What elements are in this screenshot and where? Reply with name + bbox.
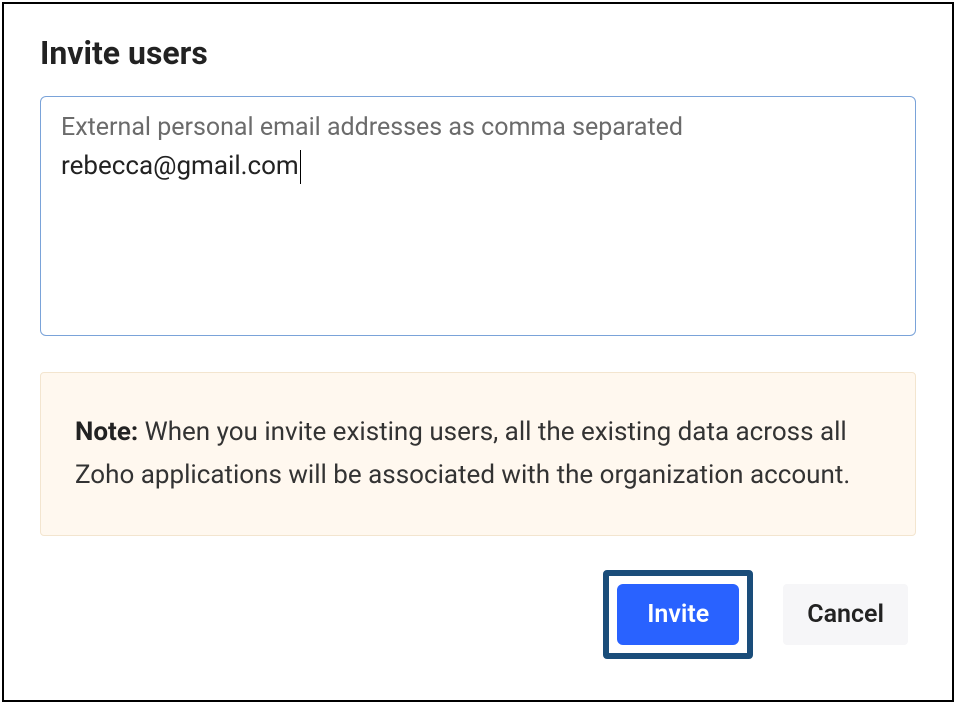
cancel-button[interactable]: Cancel bbox=[783, 584, 908, 645]
note-text: Note: When you invite existing users, al… bbox=[75, 411, 881, 497]
invite-highlight-frame: Invite bbox=[603, 570, 753, 659]
dialog-title: Invite users bbox=[40, 34, 916, 72]
invite-users-dialog: Invite users External personal email add… bbox=[2, 2, 954, 702]
note-prefix: Note: bbox=[75, 417, 138, 447]
invite-button[interactable]: Invite bbox=[617, 584, 739, 645]
button-row: Invite Cancel bbox=[40, 570, 916, 659]
email-input-value: rebecca@gmail.com bbox=[61, 150, 301, 184]
email-input[interactable]: External personal email addresses as com… bbox=[40, 96, 916, 336]
note-box: Note: When you invite existing users, al… bbox=[40, 372, 916, 536]
note-body: When you invite existing users, all the … bbox=[75, 417, 850, 490]
email-input-label: External personal email addresses as com… bbox=[61, 113, 895, 142]
